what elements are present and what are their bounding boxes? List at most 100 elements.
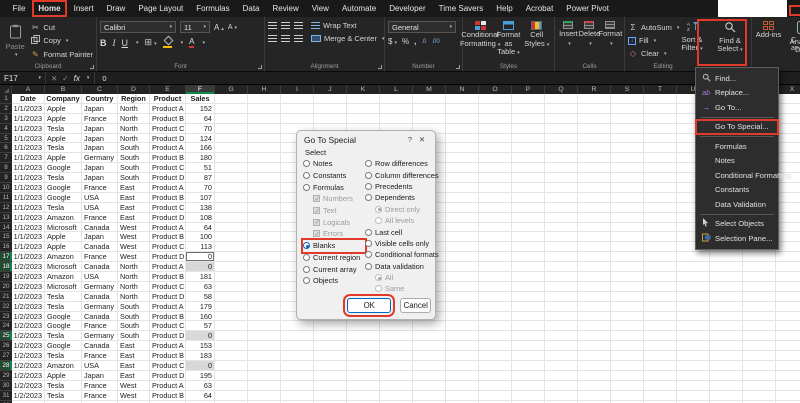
row-header-11[interactable]: 11 xyxy=(0,192,12,203)
tab-home[interactable]: Home xyxy=(31,0,68,17)
cell-F5[interactable]: 124 xyxy=(186,133,215,144)
cell-W27[interactable] xyxy=(743,351,776,362)
cell-S10[interactable] xyxy=(611,183,644,193)
radio-unselected[interactable] xyxy=(365,251,372,259)
cell-H20[interactable] xyxy=(248,281,281,292)
tab-automate[interactable]: Automate xyxy=(335,0,382,17)
cell-T15[interactable] xyxy=(644,232,677,243)
cell-K24[interactable] xyxy=(347,321,380,332)
cell-P13[interactable] xyxy=(512,212,545,223)
cell-C31[interactable]: France xyxy=(82,390,118,401)
cell-V30[interactable] xyxy=(710,380,743,391)
cell-T29[interactable] xyxy=(644,370,677,381)
cell-G16[interactable] xyxy=(215,242,248,253)
cell-N23[interactable] xyxy=(446,311,479,322)
cell-J29[interactable] xyxy=(314,370,347,381)
cell-F28[interactable]: 0 xyxy=(186,361,215,371)
row-header-19[interactable]: 19 xyxy=(0,272,12,282)
cell-G6[interactable] xyxy=(215,143,248,154)
cell-B18[interactable]: Microsoft xyxy=(45,262,82,273)
cell-F16[interactable]: 113 xyxy=(186,242,215,253)
cell-A28[interactable]: 1/2/2023 xyxy=(12,361,45,371)
cell-T25[interactable] xyxy=(644,331,677,342)
cell-H15[interactable] xyxy=(248,232,281,243)
cell-S12[interactable] xyxy=(611,202,644,213)
cell-U27[interactable] xyxy=(677,351,710,362)
cell-O18[interactable] xyxy=(479,262,512,273)
cell-X15[interactable] xyxy=(776,232,800,243)
decrease-decimal-button[interactable]: .00 xyxy=(431,39,439,45)
cell-W24[interactable] xyxy=(743,321,776,332)
cell-D19[interactable]: North xyxy=(118,272,150,282)
row-header-30[interactable]: 30 xyxy=(0,380,12,391)
fill-button[interactable]: ↓ Fill ▾ xyxy=(628,36,672,45)
cell-S3[interactable] xyxy=(611,113,644,124)
cell-V31[interactable] xyxy=(710,390,743,401)
cell-F22[interactable]: 179 xyxy=(186,301,215,312)
cell-T17[interactable] xyxy=(644,252,677,263)
cell-M26[interactable] xyxy=(413,341,446,352)
cell-X3[interactable] xyxy=(776,114,800,124)
cell-R28[interactable] xyxy=(578,361,611,371)
cell-D27[interactable]: East xyxy=(118,351,150,362)
cell-X24[interactable] xyxy=(776,321,800,332)
cell-G21[interactable] xyxy=(215,291,248,302)
tab-formulas[interactable]: Formulas xyxy=(190,0,236,17)
cell-D15[interactable]: West xyxy=(118,232,150,243)
cell-D26[interactable]: East xyxy=(118,341,150,352)
cell-F13[interactable]: 108 xyxy=(186,212,215,223)
cell-O23[interactable] xyxy=(479,311,512,322)
cell-Q24[interactable] xyxy=(545,321,578,332)
cell-C6[interactable]: Japan xyxy=(82,143,118,154)
column-header-n[interactable]: N xyxy=(446,85,479,94)
cell-O4[interactable] xyxy=(479,123,512,134)
tab-power-pivot[interactable]: Power Pivot xyxy=(560,0,616,17)
cell-B17[interactable]: Amazon xyxy=(45,252,82,263)
cell-Q29[interactable] xyxy=(545,370,578,381)
cell-A18[interactable]: 1/2/2023 xyxy=(12,262,45,273)
radio-unselected[interactable] xyxy=(303,160,310,168)
autosum-button[interactable]: Σ AutoSum ▾ xyxy=(628,23,680,32)
cell-X7[interactable] xyxy=(776,153,800,164)
cell-R31[interactable] xyxy=(578,390,611,401)
radio-unselected[interactable] xyxy=(365,228,372,236)
cell-N26[interactable] xyxy=(446,341,479,352)
cell-G9[interactable] xyxy=(215,173,248,184)
column-header-t[interactable]: T xyxy=(644,85,677,94)
cell-H12[interactable] xyxy=(248,202,281,213)
cell-D3[interactable]: North xyxy=(118,113,150,124)
row-header-4[interactable]: 4 xyxy=(0,123,12,134)
dialog-option-objects[interactable]: Objects xyxy=(303,275,365,287)
grow-font-button[interactable]: A ▴ xyxy=(214,23,224,32)
cell-Q18[interactable] xyxy=(545,262,578,273)
cell-B15[interactable]: Apple xyxy=(45,232,82,243)
cell-X2[interactable] xyxy=(776,104,800,114)
cell-Q8[interactable] xyxy=(545,163,578,174)
cell-A26[interactable]: 1/2/2023 xyxy=(12,341,45,352)
cell-X19[interactable] xyxy=(776,272,800,282)
cell-N16[interactable] xyxy=(446,242,479,253)
cell-T18[interactable] xyxy=(644,262,677,273)
cell-H5[interactable] xyxy=(248,133,281,144)
row-header-23[interactable]: 23 xyxy=(0,311,12,322)
cell-B13[interactable]: Amazon xyxy=(45,212,82,223)
cell-R7[interactable] xyxy=(578,153,611,164)
tab-developer[interactable]: Developer xyxy=(383,0,432,17)
cell-T5[interactable] xyxy=(644,133,677,144)
dialog-option-blanks[interactable]: Blanks xyxy=(301,237,367,254)
cell-E13[interactable]: Product D xyxy=(150,212,186,223)
cell-X1[interactable] xyxy=(776,94,800,104)
cell-F27[interactable]: 183 xyxy=(186,351,215,362)
cell-D6[interactable]: South xyxy=(118,143,150,154)
cell-F24[interactable]: 57 xyxy=(186,321,215,332)
cell-V23[interactable] xyxy=(710,311,743,322)
cell-G12[interactable] xyxy=(215,202,248,213)
cell-G22[interactable] xyxy=(215,301,248,312)
cancel-icon[interactable]: ✕ xyxy=(51,74,57,83)
cell-K31[interactable] xyxy=(347,390,380,401)
cell-T28[interactable] xyxy=(644,361,677,371)
cell-F11[interactable]: 107 xyxy=(186,192,215,203)
cell-Q27[interactable] xyxy=(545,351,578,362)
cell-N27[interactable] xyxy=(446,351,479,362)
cell-F9[interactable]: 87 xyxy=(186,173,215,184)
